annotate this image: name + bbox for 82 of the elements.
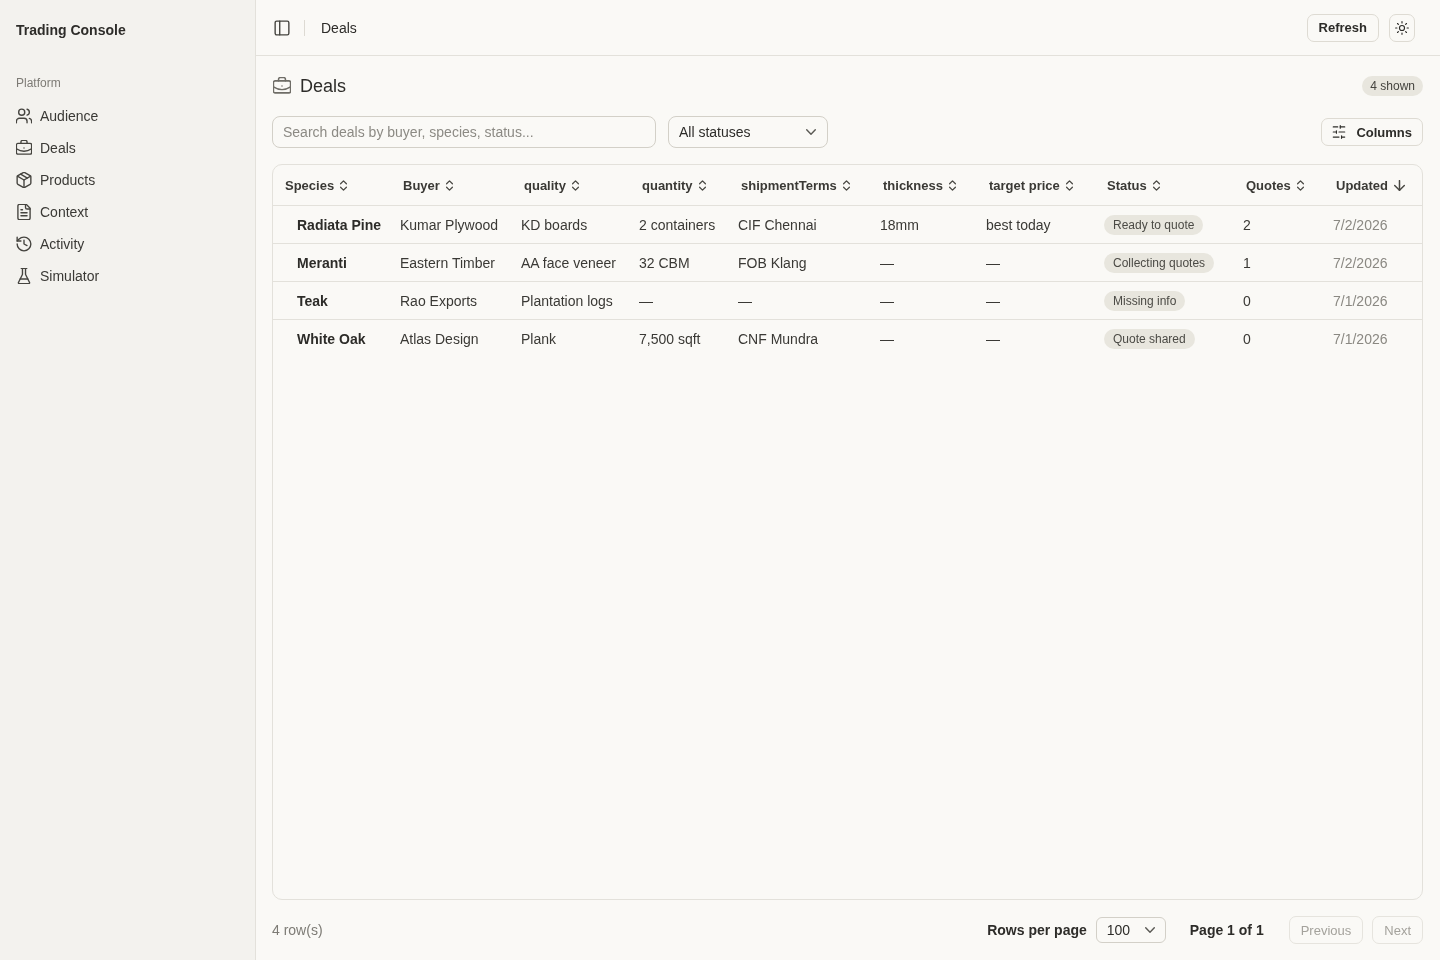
table-cell: 7,500 sqft xyxy=(630,319,729,357)
chevron-down-icon xyxy=(1144,927,1155,933)
theme-toggle-button[interactable] xyxy=(1389,13,1415,42)
table-cell: Plantation logs xyxy=(512,281,630,320)
flask-icon xyxy=(16,268,32,284)
column-header[interactable]: quality xyxy=(524,178,579,193)
table-cell: White Oak xyxy=(273,319,391,357)
column-header[interactable]: Quotes xyxy=(1246,178,1304,193)
table-cell: 1 xyxy=(1234,243,1324,282)
table-cell: Atlas Design xyxy=(391,319,512,357)
table-cell: 2 xyxy=(1234,205,1324,244)
rows-per-page-label: Rows per page xyxy=(987,922,1087,938)
briefcase-icon xyxy=(273,77,291,95)
breadcrumb: Deals xyxy=(321,19,357,36)
status-select[interactable]: All statuses xyxy=(668,116,828,148)
table-cell: CIF Chennai xyxy=(729,205,871,244)
column-header[interactable]: target price xyxy=(989,178,1073,193)
columns-button[interactable]: Columns xyxy=(1321,118,1423,146)
table-cell: Radiata Pine xyxy=(273,205,391,244)
column-header[interactable]: thickness xyxy=(883,178,956,193)
row-count: 4 row(s) xyxy=(272,922,323,938)
nav-item[interactable]: Deals xyxy=(8,132,247,164)
column-header[interactable]: Updated xyxy=(1336,178,1405,193)
status-badge: Ready to quote xyxy=(1104,214,1204,235)
nav-item[interactable]: Activity xyxy=(8,228,247,260)
table-cell: — xyxy=(871,319,977,357)
column-header[interactable]: quantity xyxy=(642,178,706,193)
status-badge: Quote shared xyxy=(1104,328,1195,349)
nav-item[interactable]: Audience xyxy=(8,100,247,132)
table-cell: FOB Klang xyxy=(729,243,871,282)
page-indicator: Page 1 of 1 xyxy=(1189,922,1264,938)
table-cell: 7/2/2026 xyxy=(1324,243,1422,282)
count-badge: 4 shown xyxy=(1362,76,1423,96)
chevron-down-icon xyxy=(806,129,816,135)
table-cell: KD boards xyxy=(512,205,630,244)
table-cell: Meranti xyxy=(273,243,391,282)
column-header[interactable]: Buyer xyxy=(403,178,453,193)
rows-per-page-select[interactable]: 100 xyxy=(1095,917,1166,943)
table-cell: 7/2/2026 xyxy=(1324,205,1422,244)
nav-item[interactable]: Products xyxy=(8,164,247,196)
sliders-icon xyxy=(1332,125,1347,139)
table-cell: — xyxy=(871,243,977,282)
table-cell: Plank xyxy=(512,319,630,357)
nav-item[interactable]: Context xyxy=(8,196,247,228)
table-cell: — xyxy=(977,319,1095,357)
table-cell: 0 xyxy=(1234,319,1324,357)
column-header[interactable]: Species xyxy=(285,178,348,193)
table-cell: 7/1/2026 xyxy=(1324,319,1422,357)
table-cell: Eastern Timber xyxy=(391,243,512,282)
users-icon xyxy=(16,108,32,124)
history-icon xyxy=(16,236,32,252)
document-icon xyxy=(16,204,32,220)
table-cell: Kumar Plywood xyxy=(391,205,512,244)
table-cell: CNF Mundra xyxy=(729,319,871,357)
box-icon xyxy=(16,172,32,188)
page-title: Deals xyxy=(300,75,347,97)
panel-icon xyxy=(274,19,290,36)
table-cell: 18mm xyxy=(871,205,977,244)
nav-item[interactable]: Simulator xyxy=(8,260,247,292)
section-label: Platform xyxy=(15,75,62,92)
table-cell: Teak xyxy=(273,281,391,320)
table-cell: — xyxy=(977,281,1095,320)
table-cell: — xyxy=(871,281,977,320)
sun-icon xyxy=(1395,20,1409,35)
column-header[interactable]: Status xyxy=(1107,178,1160,193)
table-cell: 0 xyxy=(1234,281,1324,320)
table-cell: best today xyxy=(977,205,1095,244)
column-header[interactable]: shipmentTerms xyxy=(741,178,850,193)
app-title: Trading Console xyxy=(16,22,126,38)
search-field[interactable]: Search deals by buyer, species, status... xyxy=(272,116,656,148)
briefcase-icon xyxy=(16,140,32,156)
table-cell: — xyxy=(977,243,1095,282)
refresh-button[interactable]: Refresh xyxy=(1306,13,1379,42)
table-cell: 7/1/2026 xyxy=(1324,281,1422,320)
table-cell: Rao Exports xyxy=(391,281,512,320)
table-cell: 32 CBM xyxy=(630,243,729,282)
table-cell: AA face veneer xyxy=(512,243,630,282)
status-badge: Collecting quotes xyxy=(1104,252,1215,273)
table-cell: — xyxy=(630,281,729,320)
table-cell: 2 containers xyxy=(630,205,729,244)
status-badge: Missing info xyxy=(1104,290,1186,311)
table-cell: — xyxy=(729,281,871,320)
